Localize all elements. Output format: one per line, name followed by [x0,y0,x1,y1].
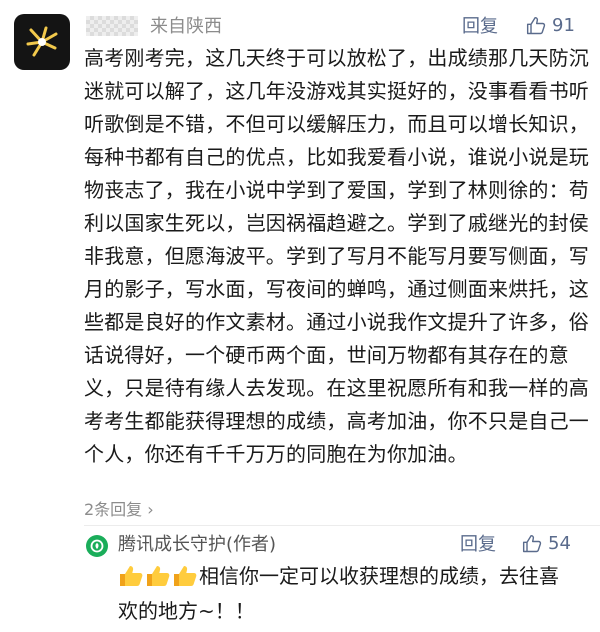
thumbs-up-emoji-icon [145,564,171,596]
chevron-right-icon: › [142,500,154,519]
divider [84,525,600,526]
author-like-count: 54 [548,533,571,554]
firework-sparkle-icon [26,26,58,57]
thumbs-up-outline-icon [526,16,546,35]
thumbs-up-outline-icon [522,534,542,553]
comment-text: 高考刚考完，这几天终于可以放松了，出成绩那几天防沉迷就可以解了，这几年没游戏其实… [84,46,589,466]
view-replies-link[interactable]: 2条回复 › [84,496,154,520]
thumbs-up-emoji-icon [118,564,144,596]
author-avatar[interactable] [86,535,108,557]
avatar[interactable] [14,14,70,70]
author-reply-text: 相信你一定可以收获理想的成绩，去往喜欢的地方~！！ [118,561,578,626]
shield-leaf-icon [90,539,104,553]
author-like-button[interactable]: 54 [522,533,571,555]
reply-button[interactable]: 回复 [462,16,498,38]
replies-count-label: 2条回复 [84,500,143,519]
username-redacted[interactable] [86,16,138,36]
author-reply-button[interactable]: 回复 [460,534,496,556]
author-name[interactable]: 腾讯成长守护(作者) [118,534,276,556]
like-button[interactable]: 91 [526,15,575,37]
like-count: 91 [552,15,575,36]
location-label: 来自陕西 [150,16,222,37]
thumbs-up-emoji-icon [172,564,198,596]
